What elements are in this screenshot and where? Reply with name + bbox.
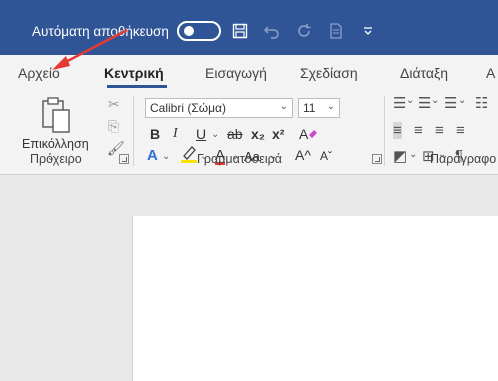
highlight-icon[interactable]: [180, 144, 198, 169]
font-name-select[interactable]: Calibri (Σώμα) ⌄: [145, 98, 293, 118]
subscript-button[interactable]: x₂: [251, 126, 265, 142]
clipboard-group-label: Πρόχειρο: [30, 152, 82, 166]
toggle-knob: [183, 26, 194, 36]
chevron-down-icon[interactable]: ⌄: [162, 151, 170, 162]
group-separator: [384, 96, 385, 166]
save-icon[interactable]: [227, 19, 253, 43]
paste-icon[interactable]: [40, 96, 74, 139]
align-right-icon[interactable]: ≡: [435, 122, 444, 139]
copy-icon[interactable]: ⎘: [108, 118, 119, 135]
tab-home[interactable]: Κεντρική: [104, 65, 164, 81]
italic-button[interactable]: I: [173, 126, 178, 142]
autosave-toggle[interactable]: [176, 21, 221, 41]
bold-button[interactable]: B: [150, 126, 160, 142]
customize-qat-icon[interactable]: [355, 19, 381, 43]
title-bar: Αυτόματη αποθήκευση: [0, 0, 498, 55]
redo-icon[interactable]: [291, 19, 317, 43]
clipboard-launcher-icon[interactable]: [119, 154, 129, 164]
numbering-icon[interactable]: ☰: [418, 94, 431, 112]
align-center-icon[interactable]: ≡: [414, 122, 423, 139]
chevron-down-icon: ⌄: [279, 101, 288, 112]
tab-file[interactable]: Αρχείο: [18, 65, 60, 81]
align-left-icon[interactable]: ≡: [393, 122, 402, 139]
document-icon[interactable]: [323, 19, 349, 43]
font-size-value: 11: [303, 101, 316, 115]
underline-dropdown-icon[interactable]: ⌄: [211, 129, 219, 140]
font-group-label: Γραμματοσειρά: [197, 152, 282, 166]
chevron-down-icon[interactable]: ⌄: [406, 95, 414, 106]
font-name-value: Calibri (Σώμα): [150, 101, 226, 115]
autosave-label: Αυτόματη αποθήκευση: [32, 23, 169, 39]
sort-icon[interactable]: ☷: [475, 94, 488, 112]
font-size-select[interactable]: 11 ⌄: [298, 98, 340, 118]
chevron-down-icon: ⌄: [326, 101, 335, 112]
document-area: [0, 176, 498, 381]
paste-button[interactable]: Επικόλληση: [22, 137, 89, 151]
multilevel-list-icon[interactable]: ☰: [444, 94, 457, 112]
active-tab-indicator: [107, 85, 167, 88]
grow-font-button[interactable]: A^: [295, 147, 311, 163]
undo-icon[interactable]: [259, 19, 285, 43]
superscript-button[interactable]: x²: [272, 126, 284, 142]
paragraph-group-label: Παράγραφο: [430, 152, 497, 166]
document-page[interactable]: [132, 216, 498, 381]
shrink-font-button[interactable]: Aˇ: [320, 149, 332, 163]
ribbon: Επικόλληση ⌄ ✂ ⎘ 🖌 Πρόχειρο Calibri (Σώμ…: [0, 92, 498, 175]
tab-layout[interactable]: Διάταξη: [400, 65, 448, 81]
svg-text:A: A: [299, 126, 309, 142]
clear-formatting-icon[interactable]: A: [298, 125, 318, 148]
tab-more[interactable]: Α: [486, 65, 495, 81]
font-launcher-icon[interactable]: [372, 154, 382, 164]
ribbon-tabs: Αρχείο Κεντρική Εισαγωγή Σχεδίαση Διάταξ…: [0, 55, 498, 92]
justify-icon[interactable]: ≡: [456, 122, 465, 139]
tab-design[interactable]: Σχεδίαση: [300, 65, 358, 81]
text-effects-button[interactable]: A: [147, 147, 158, 164]
shading-icon[interactable]: ◩: [393, 147, 407, 165]
chevron-down-icon[interactable]: ⌄: [409, 149, 417, 160]
group-separator: [133, 96, 134, 166]
bullets-icon[interactable]: ☰: [393, 94, 406, 112]
strikethrough-button[interactable]: ab: [227, 126, 243, 142]
chevron-down-icon[interactable]: ⌄: [431, 95, 439, 106]
chevron-down-icon[interactable]: ⌄: [458, 95, 466, 106]
cut-icon[interactable]: ✂: [108, 96, 120, 113]
underline-button[interactable]: U: [196, 126, 206, 142]
tab-insert[interactable]: Εισαγωγή: [205, 65, 267, 81]
